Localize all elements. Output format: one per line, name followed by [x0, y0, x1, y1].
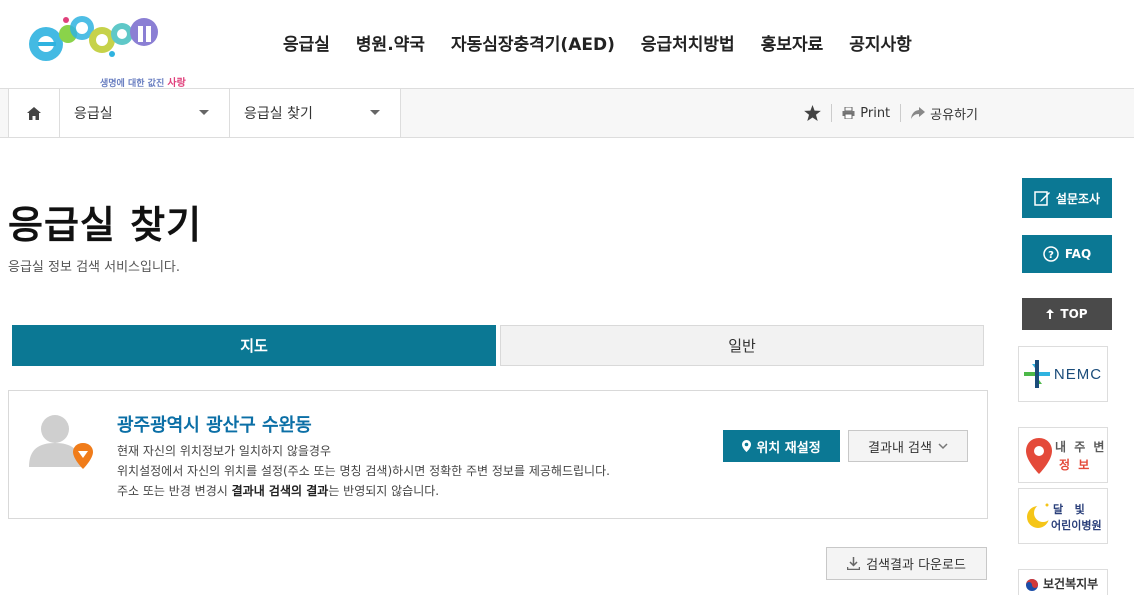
page-tools: Print 공유하기	[804, 89, 978, 137]
breadcrumb-depth2-label: 응급실 찾기	[244, 106, 313, 122]
search-within-results-button[interactable]: 결과내 검색	[848, 430, 968, 462]
location-help-text: 현재 자신의 위치정보가 일치하지 않을경우 위치설정에서 자신의 위치를 설정…	[117, 441, 610, 501]
share-label: 공유하기	[930, 107, 978, 123]
chevron-down-icon	[199, 110, 209, 115]
moonlight-title: 달 빛	[1053, 503, 1085, 516]
download-icon	[847, 557, 861, 570]
nemc-label: NEMC	[1053, 365, 1103, 383]
crescent-moon-icon	[1027, 503, 1052, 528]
ministry-of-health-banner[interactable]: 보건복지부	[1018, 569, 1108, 595]
divider	[900, 104, 902, 122]
location-help-line: 위치설정에서 자신의 위치를 설정(주소 또는 명칭 검색)하시면 정확한 주변…	[117, 464, 610, 478]
edit-icon	[1034, 191, 1050, 206]
nemc-logo-icon	[1023, 360, 1050, 388]
home-icon	[27, 106, 41, 120]
site-header: 생명에 대한 값진 사랑 응급실 병원.약국 자동심장충격기(AED) 응급처치…	[0, 0, 1134, 89]
user-location-avatar-icon	[29, 415, 93, 469]
page-description: 응급실 정보 검색 서비스입니다.	[8, 260, 181, 275]
nav-item-first-aid[interactable]: 응급처치방법	[628, 30, 748, 55]
share-arrow-icon	[911, 107, 926, 119]
star-icon	[804, 105, 822, 121]
location-help-line: 현재 자신의 위치정보가 일치하지 않을경우	[117, 444, 331, 458]
nearby-info-subtitle: 정 보	[1059, 458, 1092, 472]
main-nav: 응급실 병원.약국 자동심장충격기(AED) 응급처치방법 홍보자료 공지사항	[270, 30, 925, 55]
printer-icon	[842, 107, 855, 119]
nav-item-hospital-pharmacy[interactable]: 병원.약국	[343, 30, 438, 55]
divider	[831, 104, 833, 122]
chevron-down-icon	[938, 442, 948, 449]
page-title: 응급실 찾기	[8, 203, 203, 247]
nearby-info-banner[interactable]: 내 주 변 정 보	[1018, 427, 1108, 483]
svg-text:?: ?	[1048, 250, 1054, 261]
download-results-label: 검색결과 다운로드	[866, 558, 966, 573]
nav-item-emergency-room[interactable]: 응급실	[270, 30, 343, 55]
nav-item-promotion[interactable]: 홍보자료	[748, 30, 837, 55]
scroll-top-button[interactable]: TOP	[1022, 298, 1112, 330]
breadcrumb-depth1-select[interactable]: 응급실	[60, 89, 230, 137]
chevron-down-icon	[370, 110, 380, 115]
share-button[interactable]: 공유하기	[911, 104, 978, 123]
survey-button[interactable]: 설문조사	[1022, 178, 1112, 218]
print-button[interactable]: Print	[842, 106, 890, 121]
download-results-button[interactable]: 검색결과 다운로드	[826, 547, 987, 580]
logo-graphic	[29, 16, 158, 61]
faq-button[interactable]: ? FAQ	[1022, 235, 1112, 273]
tab-general[interactable]: 일반	[500, 325, 984, 366]
tab-map[interactable]: 지도	[12, 325, 496, 366]
taegeuk-emblem-icon	[1026, 579, 1038, 591]
location-help-line: 주소 또는 반경 변경시 결과내 검색의 결과는 반영되지 않습니다.	[117, 481, 610, 501]
location-help-text-part: 는 반영되지 않습니다.	[328, 484, 440, 498]
nearby-info-title: 내 주 변	[1055, 440, 1107, 454]
map-pin-icon	[742, 440, 752, 452]
bookmark-button[interactable]	[804, 105, 822, 121]
ministry-label: 보건복지부	[1043, 577, 1099, 591]
nav-item-aed[interactable]: 자동심장충격기(AED)	[438, 30, 628, 55]
current-location-name: 광주광역시 광산구 수완동	[117, 415, 312, 436]
breadcrumb-depth2-select[interactable]: 응급실 찾기	[230, 89, 401, 137]
moonlight-subtitle: 어린이병원	[1051, 519, 1102, 532]
logo-tagline: 생명에 대한 값진 사랑	[100, 74, 186, 89]
home-button[interactable]	[8, 89, 60, 137]
survey-label: 설문조사	[1055, 191, 1101, 206]
moonlight-childrens-hospital-banner[interactable]: 달 빛 어린이병원	[1018, 488, 1108, 544]
current-location-panel: 광주광역시 광산구 수완동 현재 자신의 위치정보가 일치하지 않을경우 위치설…	[8, 390, 988, 519]
breadcrumb-depth1-label: 응급실	[74, 106, 113, 122]
faq-label: FAQ	[1064, 247, 1092, 261]
reset-location-label: 위치 재설정	[756, 440, 821, 456]
arrow-up-icon	[1046, 309, 1055, 319]
nav-item-notice[interactable]: 공지사항	[836, 30, 925, 55]
question-circle-icon: ?	[1043, 246, 1059, 262]
search-within-results-label: 결과내 검색	[868, 440, 932, 456]
nearby-info-graphic	[1026, 438, 1052, 474]
print-label: Print	[860, 105, 891, 121]
top-label: TOP	[1060, 307, 1088, 321]
location-bar: 응급실 응급실 찾기 Print 공유하기	[0, 88, 1134, 138]
location-help-emphasis: 결과내 검색의 결과	[231, 484, 329, 498]
nemc-banner[interactable]: NEMC	[1018, 346, 1108, 402]
location-help-text-part: 주소 또는 반경 변경시	[117, 484, 232, 498]
reset-location-button[interactable]: 위치 재설정	[723, 430, 840, 462]
site-logo[interactable]: 생명에 대한 값진 사랑	[26, 14, 186, 89]
